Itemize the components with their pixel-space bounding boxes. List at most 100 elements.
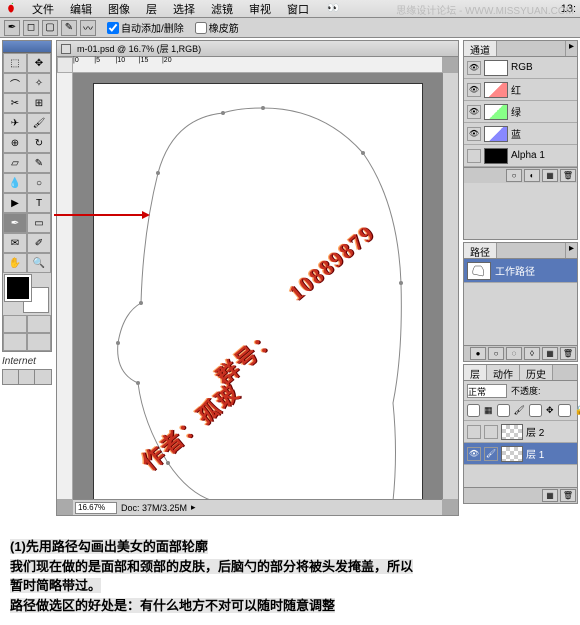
foreground-color[interactable]	[5, 275, 31, 301]
notes-tool-icon[interactable]: ✉	[3, 233, 27, 253]
history-brush-icon[interactable]: ↻	[27, 133, 51, 153]
delete-layer-icon[interactable]: 🗑	[560, 489, 576, 502]
rubber-band-checkbox-input[interactable]	[195, 22, 207, 34]
eye-icon[interactable]: 👁	[467, 83, 481, 97]
fill-path-icon[interactable]: ●	[470, 347, 486, 360]
menu-window[interactable]: 窗口	[279, 1, 317, 17]
vertical-scrollbar[interactable]	[442, 73, 458, 499]
rubber-band-checkbox[interactable]: 橡皮筋	[195, 20, 239, 35]
doc-size-arrow-icon[interactable]: ▸	[191, 502, 196, 513]
eraser-tool-icon[interactable]: ▱	[3, 153, 27, 173]
menu-file[interactable]: 文件	[24, 1, 62, 17]
screen-mode-1-icon[interactable]	[3, 333, 27, 351]
dodge-tool-icon[interactable]: ○	[27, 173, 51, 193]
delete-path-icon[interactable]: 🗑	[560, 347, 576, 360]
canvas-viewport[interactable]	[73, 73, 442, 499]
save-selection-icon[interactable]: ◐	[524, 169, 540, 182]
menu-view[interactable]: 审视	[241, 1, 279, 17]
menu-select[interactable]: 选择	[165, 1, 203, 17]
layers-tab[interactable]: 层	[464, 365, 487, 380]
actions-tab[interactable]: 动作	[487, 365, 520, 380]
channel-green[interactable]: 👁 绿	[464, 101, 577, 123]
lasso-tool-icon[interactable]: ⌒	[3, 73, 27, 93]
new-channel-icon[interactable]: ▦	[542, 169, 558, 182]
path-to-sel-icon[interactable]: ◌	[506, 347, 522, 360]
eye-icon[interactable]	[467, 149, 481, 163]
work-path-row[interactable]: 工作路径	[464, 259, 577, 283]
zoom-input[interactable]: 16.67%	[75, 502, 117, 514]
eyedropper-icon[interactable]: ✐	[27, 233, 51, 253]
eye-icon[interactable]: 👁	[467, 61, 481, 75]
pen-mode-icon[interactable]: ◻	[23, 20, 39, 36]
lock-check-1[interactable]	[467, 404, 480, 417]
auto-add-delete-checkbox[interactable]: 自动添加/删除	[107, 20, 184, 35]
pen-tool-icon[interactable]: ✒	[3, 213, 27, 233]
crop-tool-icon[interactable]: ✂	[3, 93, 27, 113]
document-titlebar[interactable]: m-01.psd @ 16.7% (层 1,RGB)	[57, 41, 458, 57]
blend-mode-select[interactable]: 正常	[467, 384, 507, 398]
color-swatches[interactable]	[5, 275, 49, 313]
menu-layer[interactable]: 层	[138, 1, 165, 17]
move-tool-icon[interactable]: ✥	[27, 53, 51, 73]
delete-channel-icon[interactable]: 🗑	[560, 169, 576, 182]
tools-header[interactable]	[3, 41, 51, 53]
slice-tool-icon[interactable]: ⊞	[27, 93, 51, 113]
wand-tool-icon[interactable]: ✧	[27, 73, 51, 93]
eye-icon[interactable]: 👁	[467, 127, 481, 141]
new-layer-icon[interactable]: ▦	[542, 489, 558, 502]
channels-tab[interactable]: 通道	[464, 41, 497, 56]
channel-blue[interactable]: 👁 蓝	[464, 123, 577, 145]
eye-icon[interactable]: 👁	[467, 447, 481, 461]
link-icon[interactable]	[484, 425, 498, 439]
menu-edit[interactable]: 编辑	[62, 1, 100, 17]
lock-trans-icon[interactable]: ▦	[484, 405, 493, 416]
zoom-tool-icon[interactable]: 🔍	[27, 253, 51, 273]
lock-move-icon[interactable]: ✥	[546, 405, 554, 416]
load-selection-icon[interactable]: ○	[506, 169, 522, 182]
brush-tool-icon[interactable]: 🖌	[27, 113, 51, 133]
hand-tool-icon[interactable]: ✋	[3, 253, 27, 273]
taskbar-btn-2[interactable]	[19, 370, 35, 384]
paths-tab[interactable]: 路径	[464, 243, 497, 258]
blur-tool-icon[interactable]: 💧	[3, 173, 27, 193]
type-tool-icon[interactable]: T	[27, 193, 51, 213]
lock-check-2[interactable]	[497, 404, 510, 417]
layer-row-2[interactable]: 层 2	[464, 421, 577, 443]
panel-menu-icon[interactable]: ▸	[565, 243, 577, 258]
path-mode-icon[interactable]: ✎	[61, 20, 77, 36]
layer-row-1[interactable]: 👁 🖌 层 1	[464, 443, 577, 465]
pencil-tool-icon[interactable]: ✎	[27, 153, 51, 173]
opacity-label: 不透度:	[511, 384, 541, 397]
standard-mode-icon[interactable]	[3, 315, 27, 333]
channel-rgb[interactable]: 👁 RGB	[464, 57, 577, 79]
lock-paint-icon[interactable]: 🖌	[514, 405, 525, 416]
channel-red[interactable]: 👁 红	[464, 79, 577, 101]
freeform-icon[interactable]: 〰	[80, 20, 96, 36]
tool-preset-icon[interactable]: ✒	[4, 20, 20, 36]
screen-mode-2-icon[interactable]	[27, 333, 51, 351]
lock-all-icon[interactable]: 🔒	[575, 405, 580, 416]
shape-mode-icon[interactable]: ▢	[42, 20, 58, 36]
channel-alpha[interactable]: Alpha 1	[464, 145, 577, 167]
path-select-icon[interactable]: ▶	[3, 193, 27, 213]
lock-check-4[interactable]	[558, 404, 571, 417]
airbrush-tool-icon[interactable]: ✈	[3, 113, 27, 133]
history-tab[interactable]: 历史	[520, 365, 553, 380]
quickmask-mode-icon[interactable]	[27, 315, 51, 333]
close-icon[interactable]	[61, 44, 71, 54]
eye-icon[interactable]: 👁	[467, 105, 481, 119]
menu-image[interactable]: 图像	[100, 1, 138, 17]
auto-add-checkbox-input[interactable]	[107, 22, 119, 34]
new-path-icon[interactable]: ▦	[542, 347, 558, 360]
sel-to-path-icon[interactable]: ◊	[524, 347, 540, 360]
eye-icon[interactable]	[467, 425, 481, 439]
menu-filter[interactable]: 滤镜	[203, 1, 241, 17]
link-icon[interactable]: 🖌	[484, 447, 498, 461]
panel-menu-icon[interactable]: ▸	[565, 41, 577, 56]
stroke-path-icon[interactable]: ○	[488, 347, 504, 360]
marquee-tool-icon[interactable]: ⬚	[3, 53, 27, 73]
shape-tool-icon[interactable]: ▭	[27, 213, 51, 233]
stamp-tool-icon[interactable]: ⊕	[3, 133, 27, 153]
lock-check-3[interactable]	[529, 404, 542, 417]
taskbar-btn-1[interactable]	[3, 370, 19, 384]
